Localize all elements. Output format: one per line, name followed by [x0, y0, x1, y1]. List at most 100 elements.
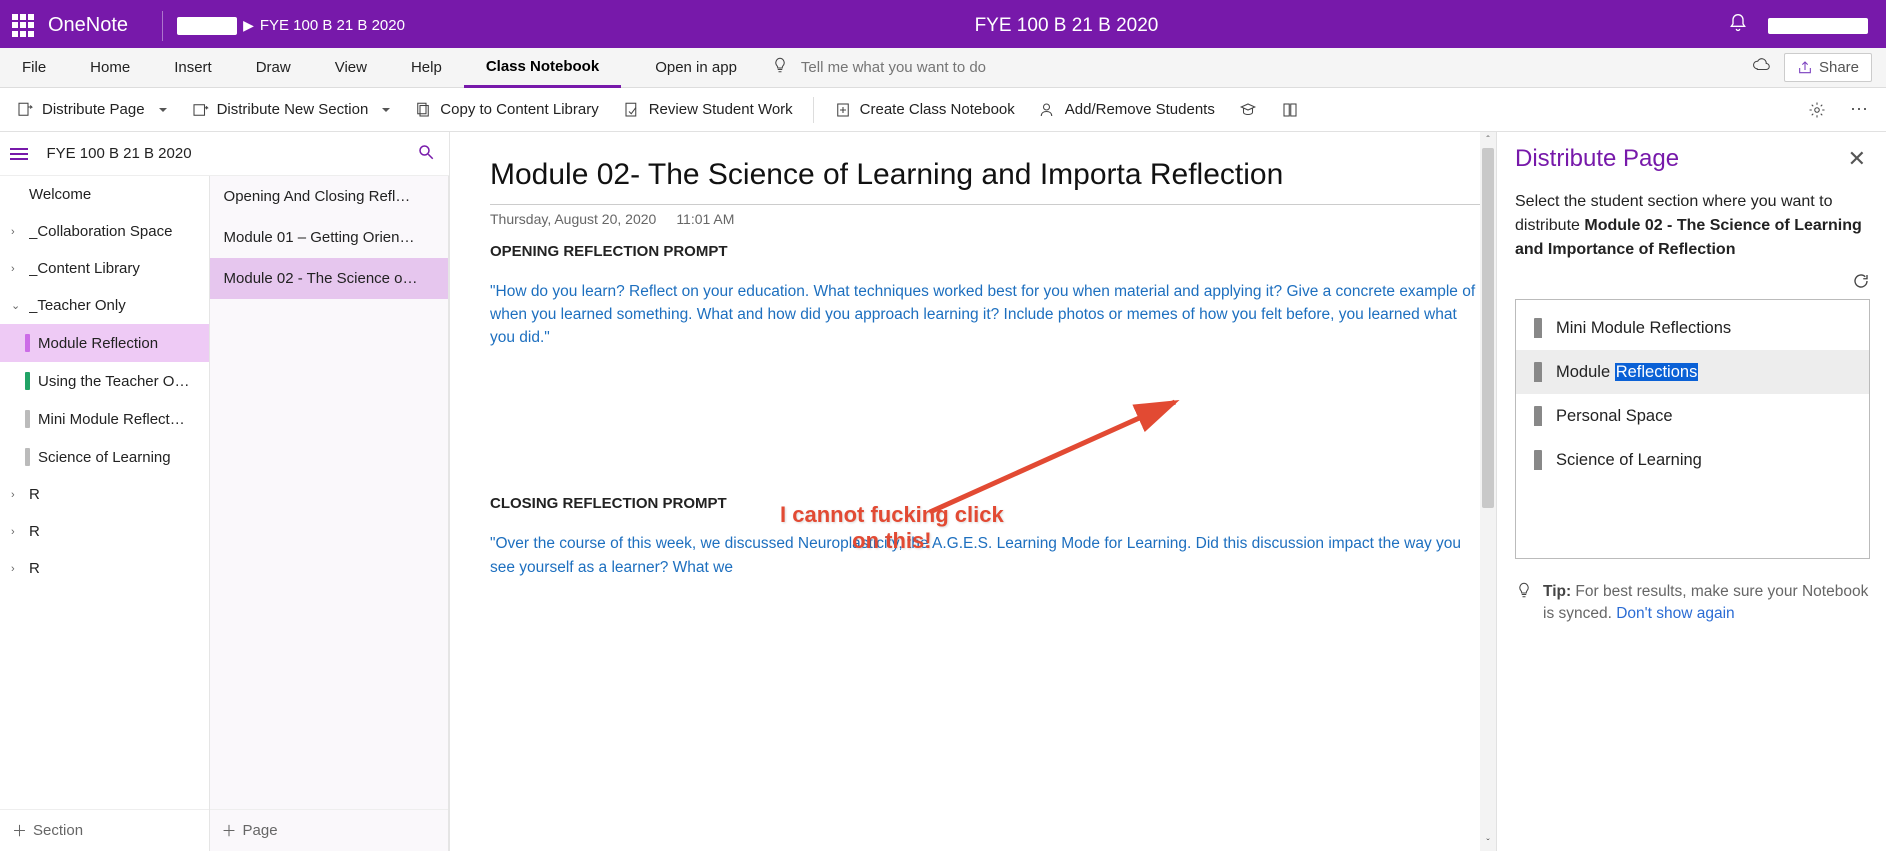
chevron-right-icon[interactable]: ›	[11, 489, 21, 501]
dest-label: Science of Learning	[1556, 451, 1702, 470]
dest-personal-space[interactable]: Personal Space	[1516, 394, 1869, 438]
tab-draw[interactable]: Draw	[234, 49, 313, 86]
section-content-library[interactable]: › _Content Library	[0, 250, 209, 287]
page-date: Thursday, August 20, 2020	[490, 211, 656, 227]
page-title[interactable]: Module 02- The Science of Learning and I…	[490, 156, 1480, 194]
title-bar: OneNote ▶ FYE 100 B 21 B 2020 FYE 100 B …	[0, 0, 1886, 48]
section-using-teacher[interactable]: Using the Teacher O…	[0, 362, 209, 400]
closing-prompt-heading: CLOSING REFLECTION PROMPT	[490, 495, 1480, 512]
chevron-right-icon[interactable]: ›	[11, 263, 21, 275]
review-student-work-button[interactable]: Review Student Work	[613, 95, 803, 125]
notebook-name[interactable]: FYE 100 B 21 B 2020	[38, 145, 200, 162]
pane-tip: Tip: For best results, make sure your No…	[1515, 581, 1870, 626]
tip-label: Tip:	[1543, 583, 1571, 600]
plus-icon: ＋	[12, 820, 27, 841]
nav-toggle-icon[interactable]	[10, 148, 28, 160]
document-title[interactable]: FYE 100 B 21 B 2020	[405, 15, 1728, 37]
section-list: Welcome › _Collaboration Space › _Conten…	[0, 176, 210, 851]
main-area: FYE 100 B 21 B 2020 Welcome › _Col	[0, 132, 1886, 851]
dest-science-learning[interactable]: Science of Learning	[1516, 438, 1869, 482]
section-tab-icon	[1534, 318, 1542, 338]
refresh-icon[interactable]	[1852, 277, 1870, 293]
tab-home[interactable]: Home	[68, 49, 152, 86]
section-tab-icon	[1534, 406, 1542, 426]
settings-icon[interactable]	[1798, 95, 1836, 125]
add-section-label: Section	[33, 822, 83, 839]
distribute-page-button[interactable]: Distribute Page	[6, 95, 177, 125]
add-page-button[interactable]: ＋ Page	[210, 809, 448, 851]
breadcrumb[interactable]: ▶ FYE 100 B 21 B 2020	[177, 17, 405, 35]
tab-view[interactable]: View	[313, 49, 389, 86]
tab-insert[interactable]: Insert	[152, 49, 234, 86]
add-remove-students-button[interactable]: Add/Remove Students	[1029, 95, 1225, 125]
section-mini-module[interactable]: Mini Module Reflect…	[0, 400, 209, 438]
page-canvas[interactable]: Module 02- The Science of Learning and I…	[450, 132, 1480, 851]
section-science-learning[interactable]: Science of Learning	[0, 438, 209, 476]
chevron-right-icon[interactable]: ›	[11, 526, 21, 538]
section-module-reflection[interactable]: Module Reflection	[0, 324, 209, 362]
search-icon[interactable]	[417, 143, 435, 164]
breadcrumb-notebook[interactable]: FYE 100 B 21 B 2020	[260, 17, 405, 34]
share-button[interactable]: Share	[1784, 53, 1872, 82]
plus-icon: ＋	[222, 820, 237, 841]
create-classnb-label: Create Class Notebook	[860, 101, 1015, 118]
section-tab-icon	[1534, 450, 1542, 470]
page-module-01[interactable]: Module 01 – Getting Orien…	[210, 217, 448, 258]
distribute-new-section-button[interactable]: Distribute New Section	[181, 95, 401, 125]
page-meta: Thursday, August 20, 2020 11:01 AM	[490, 211, 1480, 227]
manage-notebooks-button[interactable]	[1271, 95, 1309, 125]
add-page-label: Page	[243, 822, 278, 839]
tab-file[interactable]: File	[0, 49, 68, 86]
chevron-right-icon[interactable]: ›	[11, 226, 21, 238]
dest-mini-module[interactable]: Mini Module Reflections	[1516, 306, 1869, 350]
page-module-02[interactable]: Module 02 - The Science o…	[210, 258, 448, 299]
more-commands-icon[interactable]: ⋯	[1840, 93, 1880, 126]
dest-module-reflections[interactable]: Module Reflections	[1516, 350, 1869, 394]
dest-label: Personal Space	[1556, 407, 1673, 426]
tab-help[interactable]: Help	[389, 49, 464, 86]
section-welcome[interactable]: Welcome	[0, 176, 209, 213]
title-divider	[162, 11, 163, 41]
breadcrumb-owner-redacted	[177, 17, 237, 35]
section-color-icon	[25, 410, 30, 428]
app-launcher-icon[interactable]	[12, 14, 36, 38]
chevron-right-icon[interactable]: ›	[11, 563, 21, 575]
share-label: Share	[1819, 59, 1859, 76]
scroll-up-icon[interactable]: ˆ	[1480, 132, 1496, 148]
chevron-down-icon[interactable]: ⌄	[11, 299, 21, 312]
section-collaboration-space[interactable]: › _Collaboration Space	[0, 213, 209, 250]
section-teacher-only[interactable]: ⌄ _Teacher Only	[0, 287, 209, 324]
scroll-thumb[interactable]	[1482, 148, 1494, 508]
scroll-down-icon[interactable]: ˇ	[1480, 835, 1496, 851]
professional-development-button[interactable]	[1229, 95, 1267, 125]
closing-prompt-text[interactable]: "Over the course of this week, we discus…	[490, 532, 1480, 579]
app-name: OneNote	[48, 14, 148, 37]
notifications-icon[interactable]	[1728, 13, 1748, 39]
distribute-new-section-label: Distribute New Section	[217, 101, 369, 118]
opening-prompt-text[interactable]: "How do you learn? Reflect on your educa…	[490, 280, 1480, 350]
section-color-icon	[25, 334, 30, 352]
vertical-scrollbar[interactable]: ˆ ˇ	[1480, 132, 1496, 851]
lightbulb-icon	[771, 56, 789, 79]
distribute-page-label: Distribute Page	[42, 101, 145, 118]
open-in-app-button[interactable]: Open in app	[641, 49, 751, 86]
page-opening-closing[interactable]: Opening And Closing Refl…	[210, 176, 448, 217]
copy-to-content-library-button[interactable]: Copy to Content Library	[404, 95, 608, 125]
close-icon[interactable]: ✕	[1844, 142, 1870, 176]
section-student-1[interactable]: › R	[0, 476, 209, 513]
title-underline	[490, 204, 1480, 205]
tell-me-input[interactable]	[801, 59, 1101, 76]
lightbulb-icon	[1515, 581, 1533, 626]
tab-class-notebook[interactable]: Class Notebook	[464, 48, 621, 88]
account-name-redacted[interactable]	[1768, 18, 1868, 34]
section-student-3[interactable]: › R	[0, 550, 209, 587]
add-section-button[interactable]: ＋ Section	[0, 809, 209, 851]
scroll-track[interactable]	[1480, 148, 1496, 835]
review-work-label: Review Student Work	[649, 101, 793, 118]
create-class-notebook-button[interactable]: Create Class Notebook	[824, 95, 1025, 125]
tip-dont-show-link[interactable]: Don't show again	[1616, 605, 1734, 622]
section-student-2[interactable]: › R	[0, 513, 209, 550]
copy-library-label: Copy to Content Library	[440, 101, 598, 118]
section-color-icon	[25, 448, 30, 466]
sync-status-icon[interactable]	[1752, 56, 1770, 79]
